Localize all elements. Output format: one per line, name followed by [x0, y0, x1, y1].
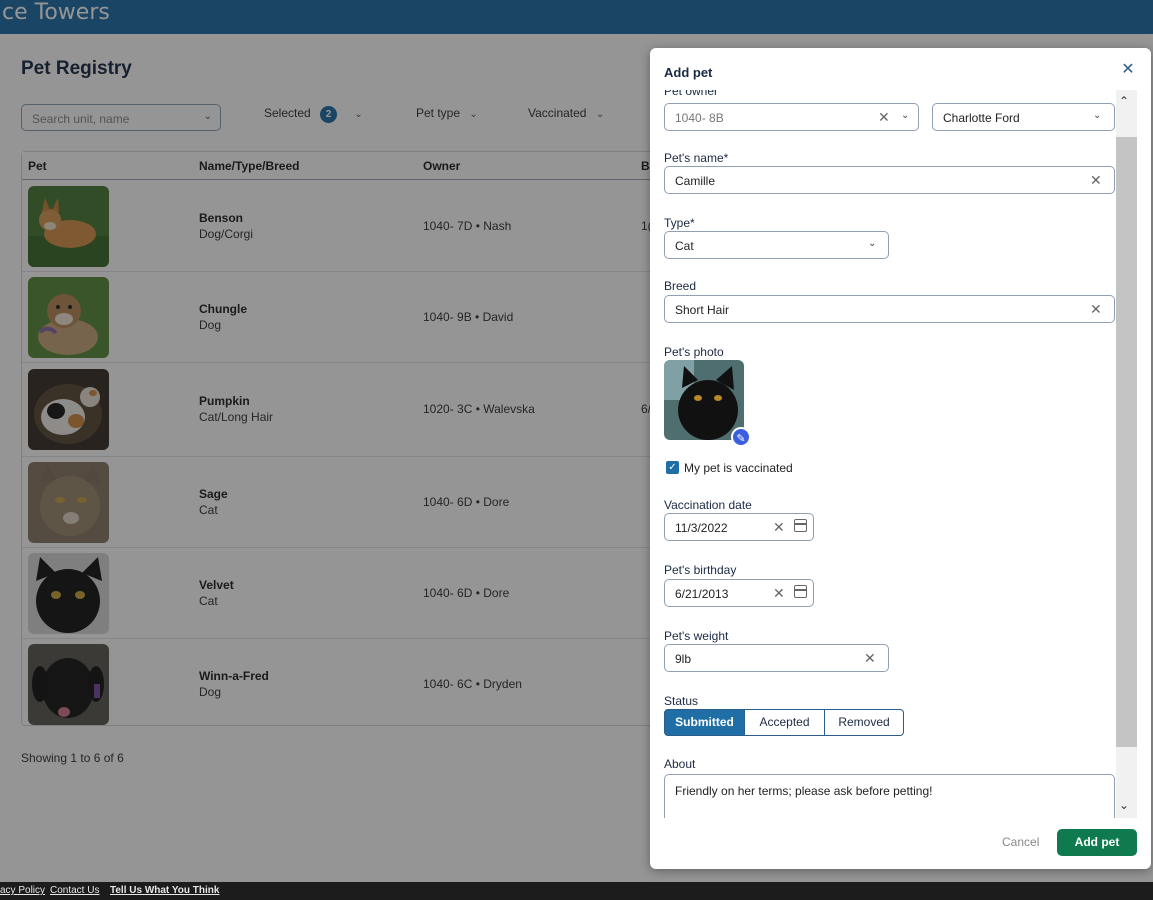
owner-person-select[interactable]: Charlotte Ford ⌄	[932, 103, 1115, 131]
pet-name-input[interactable]: Camille ✕	[664, 166, 1115, 194]
dialog-scroll-area[interactable]: Pet owner 1040- 8B ✕ ⌄ Charlotte Ford ⌄ …	[650, 90, 1151, 818]
clear-icon[interactable]: ✕	[878, 109, 890, 126]
pet-photo[interactable]	[664, 360, 744, 440]
scroll-down-icon[interactable]: ⌄	[1119, 798, 1129, 812]
add-pet-dialog: Add pet ✕ Pet owner 1040- 8B ✕ ⌄ Charlot…	[650, 48, 1151, 869]
owner-unit-select[interactable]: 1040- 8B ✕ ⌄	[664, 103, 919, 131]
pet-name-label: Pet's name*	[664, 151, 729, 165]
pet-name-value: Camille	[675, 174, 716, 188]
status-label: Status	[664, 694, 699, 708]
vaccination-date-label: Vaccination date	[664, 498, 752, 512]
birthday-label: Pet's birthday	[664, 563, 737, 577]
edit-photo-icon[interactable]: ✎	[731, 427, 751, 447]
calendar-icon[interactable]	[794, 519, 807, 532]
vaccination-date-input[interactable]: 11/3/2022 ✕	[664, 513, 814, 541]
breed-input[interactable]: Short Hair ✕	[664, 295, 1115, 323]
cancel-button[interactable]: Cancel	[1002, 835, 1039, 849]
pet-owner-label: Pet owner	[664, 90, 719, 98]
feedback-link[interactable]: Tell Us What You Think	[110, 885, 219, 896]
about-label: About	[664, 757, 696, 771]
weight-label: Pet's weight	[664, 629, 729, 643]
status-removed-button[interactable]: Removed	[825, 709, 904, 736]
clear-icon[interactable]: ✕	[1090, 172, 1102, 189]
birthday-value: 6/21/2013	[675, 587, 729, 601]
add-pet-button[interactable]: Add pet	[1057, 829, 1137, 856]
scrollbar-thumb[interactable]	[1116, 137, 1137, 747]
birthday-input[interactable]: 6/21/2013 ✕	[664, 579, 814, 607]
dialog-scrollbar[interactable]: ⌃ ⌄	[1116, 90, 1137, 818]
dialog-title: Add pet	[664, 65, 713, 80]
contact-us-link[interactable]: Contact Us	[50, 885, 99, 896]
clear-icon[interactable]: ✕	[773, 585, 785, 602]
owner-unit-value: 1040- 8B	[675, 111, 724, 125]
status-toggle: Submitted Accepted Removed	[664, 709, 904, 736]
chevron-down-icon: ⌄	[1093, 110, 1102, 121]
scroll-up-icon[interactable]: ⌃	[1119, 94, 1129, 108]
weight-value: 9lb	[675, 652, 692, 666]
site-footer: acy Policy Contact Us Tell Us What You T…	[0, 882, 1153, 900]
type-value: Cat	[675, 239, 694, 253]
photo-label: Pet's photo	[664, 345, 724, 359]
clear-icon[interactable]: ✕	[864, 650, 876, 667]
clear-icon[interactable]: ✕	[773, 519, 785, 536]
status-submitted-button[interactable]: Submitted	[664, 709, 745, 736]
about-value: Friendly on her terms; please ask before…	[675, 784, 933, 798]
calendar-icon[interactable]	[794, 585, 807, 598]
vaccinated-label[interactable]: My pet is vaccinated	[684, 461, 793, 475]
type-label: Type*	[664, 216, 695, 230]
close-icon[interactable]: ✕	[1120, 62, 1136, 78]
breed-label: Breed	[664, 279, 697, 293]
privacy-policy-link[interactable]: acy Policy	[0, 885, 45, 896]
vaccinated-checkbox[interactable]: ✓	[666, 461, 679, 474]
about-textarea[interactable]: Friendly on her terms; please ask before…	[664, 774, 1115, 818]
chevron-down-icon: ⌄	[868, 238, 877, 249]
weight-input[interactable]: 9lb ✕	[664, 644, 889, 672]
owner-person-value: Charlotte Ford	[943, 111, 1020, 125]
vaccination-date-value: 11/3/2022	[675, 521, 728, 535]
breed-value: Short Hair	[675, 303, 730, 317]
chevron-down-icon: ⌄	[901, 110, 910, 121]
type-select[interactable]: Cat ⌄	[664, 231, 889, 259]
clear-icon[interactable]: ✕	[1090, 301, 1102, 318]
status-accepted-button[interactable]: Accepted	[745, 709, 825, 736]
